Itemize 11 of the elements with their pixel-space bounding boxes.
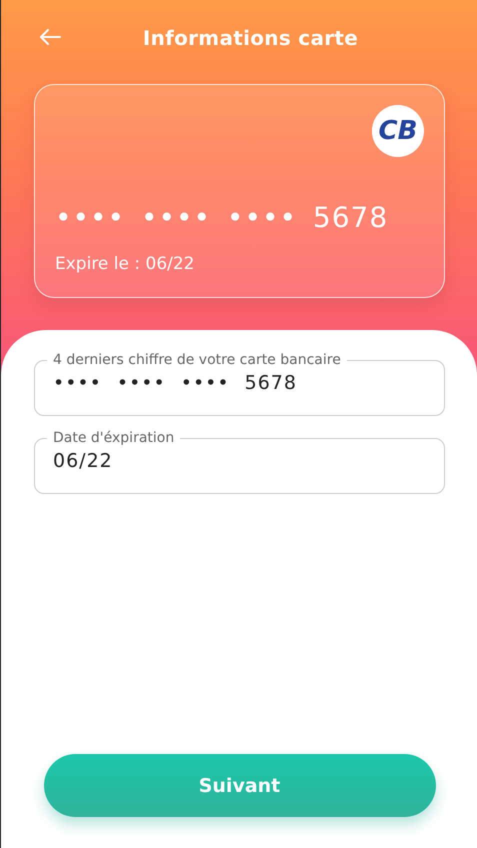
screen-title: Informations carte: [142, 26, 358, 50]
input-field[interactable]: Date d'éxpiration 06/22: [34, 430, 445, 494]
field-label: 4 derniers chiffre de votre carte bancaire: [52, 352, 342, 368]
field-label: Date d'éxpiration: [52, 430, 176, 446]
card-expiry: Expire le : 06/22: [55, 254, 196, 274]
card-number: •••• •••• •••• 5678: [55, 201, 390, 234]
input-field[interactable]: 4 derniers chiffre de votre carte bancaire •••• •••• •••• 5678: [34, 352, 445, 416]
field-value: 06/22: [53, 450, 114, 472]
field-value: •••• •••• •••• 5678: [53, 372, 298, 394]
card-brand-logo: CB: [372, 105, 424, 157]
back-arrow-icon[interactable]: [39, 29, 61, 45]
